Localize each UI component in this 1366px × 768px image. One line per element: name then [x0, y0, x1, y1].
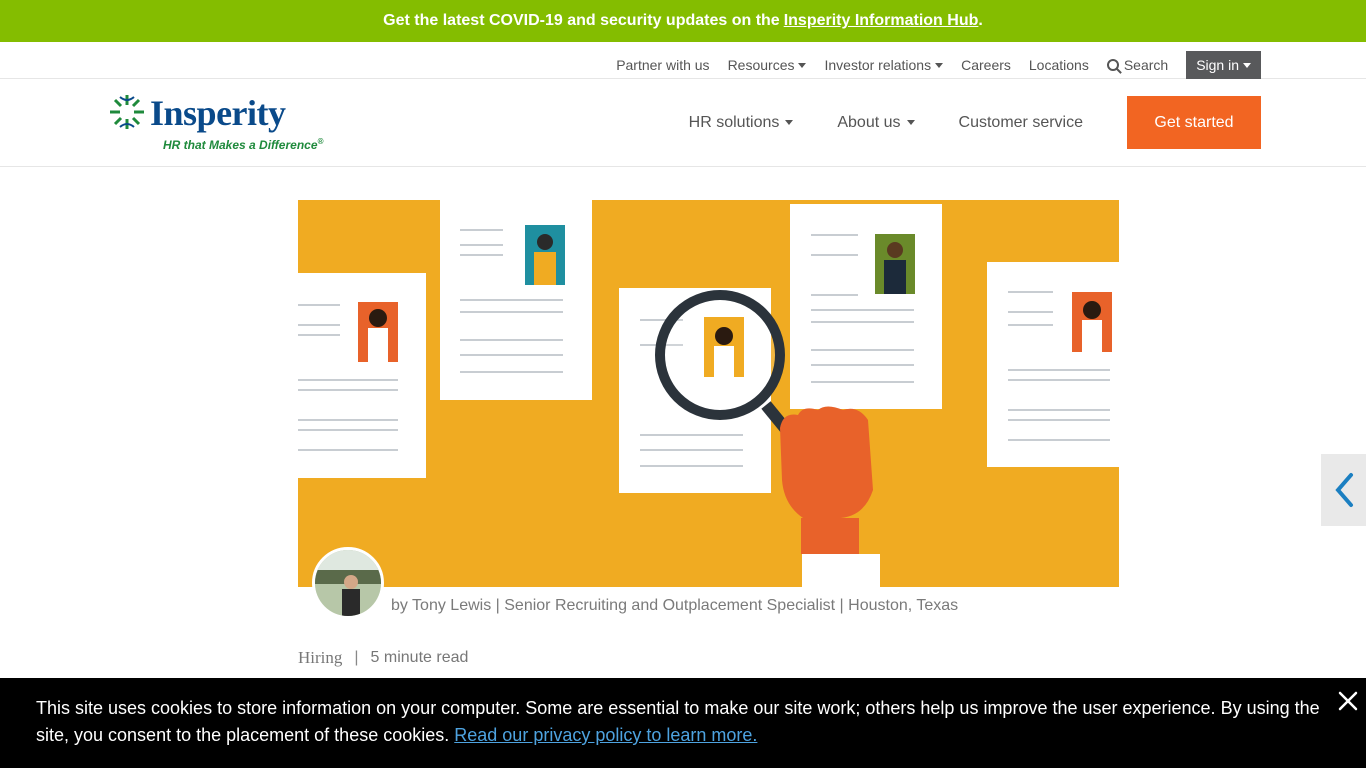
caret-down-icon	[906, 120, 915, 125]
cookie-banner: This site uses cookies to store informat…	[0, 678, 1366, 768]
main-nav: Insperity HR that Makes a Difference® HR…	[0, 79, 1366, 167]
insperity-logo-icon	[110, 95, 144, 129]
utility-links: Partner with us Resources Investor relat…	[598, 51, 1261, 79]
careers-link[interactable]: Careers	[961, 57, 1011, 73]
alert-text: Get the latest COVID-19 and security upd…	[383, 12, 780, 29]
close-icon[interactable]	[1337, 690, 1359, 712]
cookie-message: This site uses cookies to store informat…	[36, 695, 1326, 749]
hand-illustration	[780, 406, 880, 587]
hr-solutions-label: HR solutions	[688, 113, 780, 131]
sign-in-button[interactable]: Sign in	[1186, 51, 1261, 79]
article-meta: Hiring | 5 minute read	[298, 648, 468, 668]
article-byline: by Tony Lewis | Senior Recruiting and Ou…	[391, 597, 959, 614]
resume-card	[440, 200, 592, 400]
meta-separator: |	[354, 649, 359, 666]
about-us-menu[interactable]: About us	[837, 96, 915, 149]
chevron-left-icon	[1334, 473, 1353, 507]
side-panel-toggle[interactable]	[1321, 454, 1366, 526]
primary-nav-links: HR solutions About us Customer service G…	[689, 96, 1261, 149]
author-photo	[315, 550, 381, 616]
hero-illustration	[298, 200, 1119, 587]
resume-search-illustration	[298, 200, 1119, 587]
investor-relations-label: Investor relations	[824, 57, 932, 73]
hr-solutions-menu[interactable]: HR solutions	[689, 96, 794, 149]
caret-down-icon	[798, 62, 807, 68]
brand-tagline: HR that Makes a Difference®	[163, 137, 323, 152]
insperity-logo[interactable]: Insperity HR that Makes a Difference®	[108, 93, 328, 153]
covid-alert-bar: Get the latest COVID-19 and security upd…	[0, 0, 1366, 42]
alert-suffix: .	[978, 12, 983, 29]
partner-link[interactable]: Partner with us	[616, 57, 709, 73]
locations-link[interactable]: Locations	[1029, 57, 1089, 73]
registered-mark: ®	[317, 137, 324, 146]
search-label: Search	[1123, 57, 1169, 73]
caret-down-icon	[935, 62, 944, 68]
customer-service-link[interactable]: Customer service	[959, 96, 1083, 149]
resources-menu[interactable]: Resources	[728, 57, 807, 73]
resources-label: Resources	[727, 57, 795, 73]
search-icon	[1106, 59, 1119, 71]
utility-nav: Partner with us Resources Investor relat…	[0, 42, 1366, 79]
brand-name: Insperity	[150, 93, 286, 133]
investor-relations-menu[interactable]: Investor relations	[824, 57, 944, 73]
information-hub-link[interactable]: Insperity Information Hub	[784, 12, 979, 30]
author-avatar	[312, 547, 384, 619]
resume-card	[987, 262, 1119, 467]
brand-tagline-text: HR that Makes a Difference	[163, 138, 318, 152]
sign-in-label: Sign in	[1196, 57, 1239, 73]
caret-down-icon	[1243, 62, 1251, 68]
caret-down-icon	[785, 120, 794, 125]
read-time: 5 minute read	[370, 649, 469, 666]
privacy-policy-link[interactable]: Read our privacy policy to learn more.	[454, 725, 757, 745]
about-us-label: About us	[837, 113, 901, 131]
resume-card	[790, 204, 942, 409]
category-link[interactable]: Hiring	[298, 648, 342, 668]
resume-card	[298, 273, 426, 478]
search-link[interactable]: Search	[1106, 57, 1169, 73]
get-started-button[interactable]: Get started	[1127, 96, 1261, 149]
